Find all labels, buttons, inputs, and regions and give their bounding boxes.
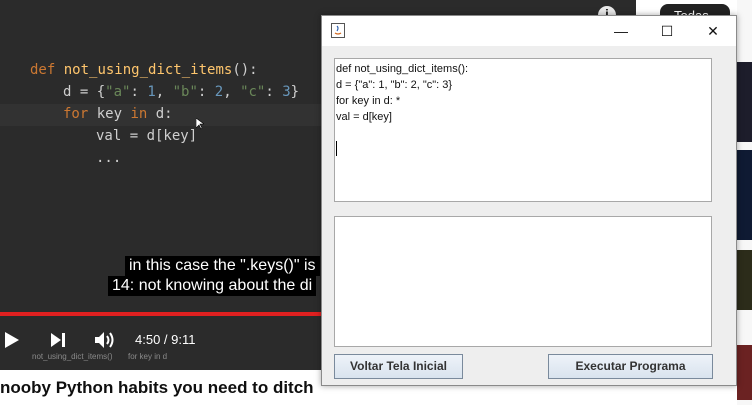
code-text: : [197, 84, 215, 100]
thumbnail[interactable] [737, 345, 752, 400]
output-text [335, 217, 711, 221]
output-area[interactable] [334, 216, 712, 347]
code-line-5: ... [96, 150, 122, 166]
run-program-button[interactable]: Executar Programa [548, 354, 713, 379]
code-input-line: val = d[key] [336, 111, 392, 123]
chapter-label-right: for key in d [128, 352, 168, 361]
java-app-icon [331, 23, 345, 38]
code-line-4: val = d[key] [96, 128, 198, 144]
code-line-3: for key in d: [63, 106, 173, 122]
code-text: , [223, 84, 241, 100]
volume-icon[interactable] [94, 331, 116, 349]
code-number: 1 [147, 84, 156, 100]
code-string: "c" [240, 84, 266, 100]
code-text: : [130, 84, 148, 100]
code-text: : [265, 84, 283, 100]
code-input-text: def not_using_dict_items(): d = {"a": 1,… [336, 61, 468, 125]
maximize-icon[interactable]: ☐ [644, 16, 690, 46]
code-function-name: not_using_dict_items [63, 62, 233, 78]
title-bar[interactable]: — ☐ ✕ [322, 16, 736, 46]
code-number: 2 [214, 84, 224, 100]
next-icon[interactable] [50, 332, 66, 348]
code-input-line: for key in d: * [336, 95, 401, 107]
code-input-line: d = {"a": 1, "b": 2, "c": 3} [336, 79, 453, 91]
code-text: (): [232, 62, 258, 78]
subtitle-line-1: in this case the ".keys()" is [125, 256, 320, 276]
text-caret [336, 141, 337, 156]
video-title[interactable]: nooby Python habits you need to ditch [0, 378, 314, 398]
code-keyword: for [63, 106, 89, 122]
close-icon[interactable]: ✕ [690, 16, 736, 46]
chapter-label-left: not_using_dict_items() [32, 352, 113, 361]
mouse-cursor-icon [196, 118, 204, 130]
subtitle-line-2: 14: not knowing about the di [108, 276, 317, 296]
code-text: } [290, 84, 300, 100]
code-input-area[interactable]: def not_using_dict_items(): d = {"a": 1,… [334, 58, 712, 202]
code-text: key [88, 106, 131, 122]
code-line-2: d = {"a": 1, "b": 2, "c": 3} [63, 84, 299, 100]
code-line-1: def not_using_dict_items(): [30, 62, 258, 78]
time-display: 4:50 / 9:11 [135, 332, 196, 347]
code-string: "a" [105, 84, 131, 100]
thumbnail[interactable] [737, 250, 752, 310]
code-text: , [155, 84, 173, 100]
progress-bar-fill [0, 312, 338, 316]
code-string: "b" [172, 84, 198, 100]
java-window: — ☐ ✕ def not_using_dict_items(): d = {"… [321, 15, 737, 386]
code-keyword: def [30, 62, 56, 78]
back-to-home-button[interactable]: Voltar Tela Inicial [334, 354, 463, 379]
code-text: d: [147, 106, 173, 122]
code-input-line: def not_using_dict_items(): [336, 63, 469, 75]
code-keyword: in [130, 106, 148, 122]
thumbnail[interactable] [737, 62, 752, 142]
code-number: 3 [282, 84, 291, 100]
minimize-icon[interactable]: — [598, 16, 644, 46]
code-text: d = { [63, 84, 106, 100]
thumbnail[interactable] [737, 150, 752, 240]
play-icon[interactable] [4, 331, 20, 349]
